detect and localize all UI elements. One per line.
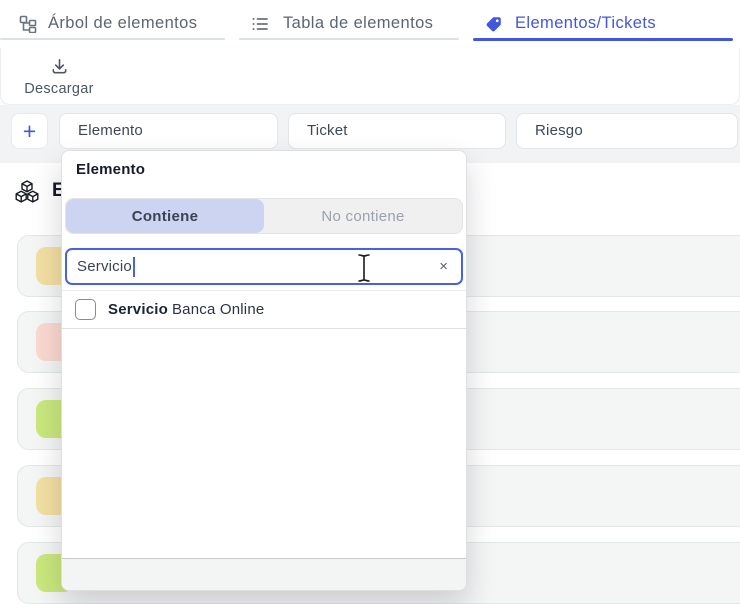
- search-result-row[interactable]: ServicioBanca Online: [62, 290, 466, 329]
- toolbar: Descargar: [0, 48, 740, 105]
- download-button[interactable]: Descargar: [13, 54, 105, 100]
- mode-label: Contiene: [132, 208, 199, 225]
- tag-icon: [485, 15, 503, 33]
- tab-elementos-tickets[interactable]: Elementos/Tickets: [473, 0, 740, 48]
- tab-underline: [473, 38, 733, 41]
- mode-segmented-control: Contiene No contiene: [65, 198, 463, 234]
- mode-label: No contiene: [321, 208, 404, 225]
- download-label: Descargar: [24, 81, 94, 97]
- result-label: ServicioBanca Online: [108, 301, 264, 318]
- tab-underline: [0, 38, 225, 40]
- popup-title: Elemento: [76, 161, 145, 178]
- tab-label: Elementos/Tickets: [515, 14, 656, 33]
- result-checkbox[interactable]: [75, 299, 96, 320]
- popup-footer: [62, 558, 466, 590]
- download-icon: [50, 57, 69, 79]
- plus-icon: +: [23, 118, 36, 144]
- result-match-text: Servicio: [108, 301, 168, 318]
- filter-chip-label: Elemento: [78, 122, 143, 139]
- result-rest-text: Banca Online: [172, 301, 264, 318]
- tab-underline: [239, 38, 459, 40]
- tab-tabla-de-elementos[interactable]: Tabla de elementos: [239, 0, 459, 48]
- mode-no-contiene-button[interactable]: No contiene: [264, 199, 462, 233]
- filter-popup: Elemento Contiene No contiene Servicio ×…: [61, 150, 467, 591]
- tab-label: Tabla de elementos: [283, 14, 433, 33]
- cubes-icon: [13, 178, 41, 211]
- app-screen: Árbol de elementos Tabla de elementos: [0, 0, 740, 604]
- filter-chip-elemento[interactable]: Elemento: [59, 113, 278, 149]
- list-icon: [251, 15, 269, 33]
- text-caret: [133, 257, 135, 277]
- filter-chip-riesgo[interactable]: Riesgo: [516, 113, 738, 149]
- filter-chip-ticket[interactable]: Ticket: [288, 113, 506, 149]
- search-input-value: Servicio: [77, 258, 132, 275]
- filter-chip-label: Ticket: [307, 122, 348, 139]
- filter-chip-label: Riesgo: [535, 122, 583, 139]
- tab-arbol-de-elementos[interactable]: Árbol de elementos: [0, 0, 225, 48]
- mode-contiene-button[interactable]: Contiene: [66, 199, 264, 233]
- add-filter-button[interactable]: +: [11, 113, 48, 149]
- tab-label: Árbol de elementos: [48, 14, 197, 33]
- tree-icon: [19, 15, 37, 33]
- tab-bar: Árbol de elementos Tabla de elementos: [0, 0, 740, 48]
- clear-search-icon[interactable]: ×: [436, 258, 451, 275]
- search-input[interactable]: Servicio ×: [65, 248, 463, 285]
